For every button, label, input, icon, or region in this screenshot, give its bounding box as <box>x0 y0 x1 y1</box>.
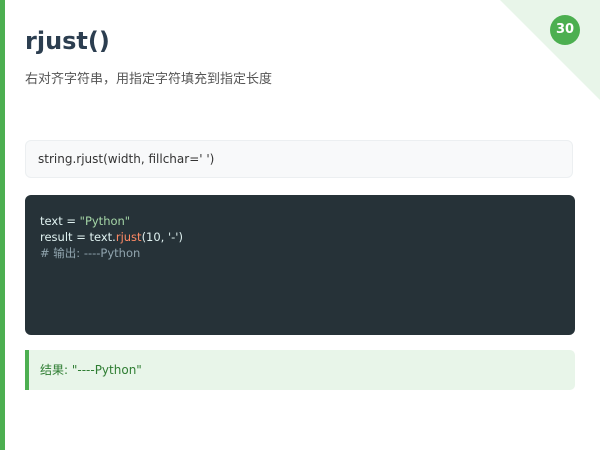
page-subtitle: 右对齐字符串，用指定字符填充到指定长度 <box>25 72 273 87</box>
code-text: text = <box>40 214 80 228</box>
code-block: text = "Python" result = text.rjust(10, … <box>25 195 575 335</box>
code-string-literal: "Python" <box>79 214 131 228</box>
code-method-name: rjust <box>115 230 142 244</box>
page-title: rjust() <box>25 27 110 55</box>
slide-number-badge: 30 <box>550 15 580 45</box>
method-signature: string.rjust(width, fillchar=' ') <box>25 140 573 178</box>
code-line-2: result = text.rjust(10, '-') <box>40 229 560 245</box>
accent-bar <box>0 0 5 450</box>
code-line-1: text = "Python" <box>40 213 560 229</box>
code-comment: # 输出: ----Python <box>40 246 141 260</box>
result-banner: 结果: "----Python" <box>25 350 575 390</box>
code-arguments: (10, '-') <box>141 230 183 244</box>
corner-decoration <box>500 0 600 100</box>
code-text: result = text. <box>40 230 116 244</box>
